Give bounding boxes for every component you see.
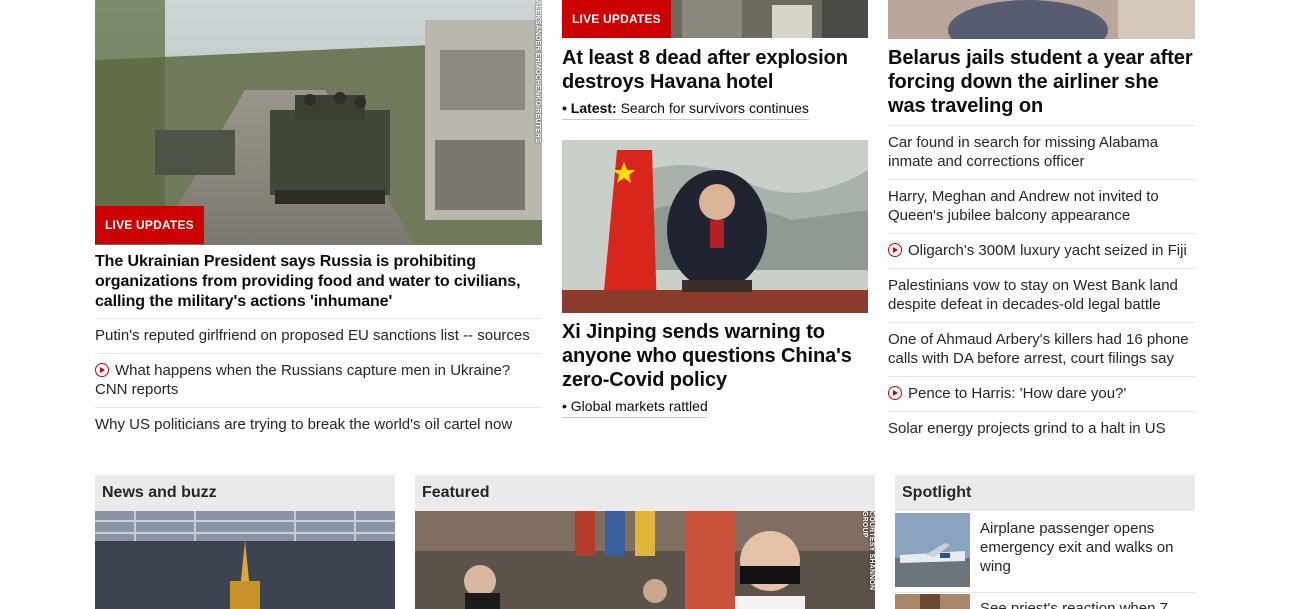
xi-headline[interactable]: Xi Jinping sends warning to anyone who q… xyxy=(562,320,868,392)
play-video-icon xyxy=(888,243,902,257)
list-item[interactable]: Harry, Meghan and Andrew not invited to … xyxy=(888,179,1195,233)
global-markets-link[interactable]: • Global markets rattled xyxy=(562,397,708,418)
photo-credit: ALEKSANDER ERMOCHENKO/REUTERS xyxy=(534,0,541,144)
news-and-buzz-heading: News and buzz xyxy=(95,475,395,511)
xi-jinping-image[interactable] xyxy=(562,140,868,313)
airport-security-illustration xyxy=(415,511,875,609)
list-item-text: Oligarch's 300M luxury yacht seized in F… xyxy=(908,242,1187,259)
photo-credit: COURTESY SHANNON GROUP xyxy=(861,511,875,591)
news-buzz-image[interactable] xyxy=(95,511,395,609)
belarus-headline[interactable]: Belarus jails student a year after forci… xyxy=(888,46,1195,118)
ukraine-headline[interactable]: The Ukrainian President says Russia is p… xyxy=(95,252,542,312)
spotlight-item-1[interactable]: Airplane passenger opens emergency exit … xyxy=(980,519,1190,576)
col1-link-list: Putin's reputed girlfriend on proposed E… xyxy=(95,318,542,442)
list-item[interactable]: One of Ahmaud Arbery's killers had 16 ph… xyxy=(888,322,1195,376)
list-item[interactable]: Palestinians vow to stay on West Bank la… xyxy=(888,268,1195,322)
featured-image[interactable]: COURTESY SHANNON GROUP xyxy=(415,511,875,609)
list-item-text: Car found in search for missing Alabama … xyxy=(888,134,1159,170)
list-item[interactable]: Oligarch's 300M luxury yacht seized in F… xyxy=(888,233,1195,268)
airport-hall-illustration xyxy=(95,511,395,609)
featured-heading: Featured xyxy=(415,475,875,511)
list-item[interactable]: Why US politicians are trying to break t… xyxy=(95,407,542,442)
latest-label: • Latest: xyxy=(562,100,617,116)
havana-headline[interactable]: At least 8 dead after explosion destroys… xyxy=(562,46,868,94)
xi-jinping-illustration xyxy=(562,140,868,313)
list-item-text: Solar energy projects grind to a halt in… xyxy=(888,420,1166,437)
list-item-text: Palestinians vow to stay on West Bank la… xyxy=(888,277,1178,313)
col3-link-list: Car found in search for missing Alabama … xyxy=(888,125,1195,446)
live-updates-badge[interactable]: LIVE UPDATES xyxy=(95,206,204,244)
belarus-illustration xyxy=(888,0,1195,39)
spotlight-airplane-thumb[interactable] xyxy=(895,513,970,587)
list-item[interactable]: Solar energy projects grind to a halt in… xyxy=(888,411,1195,446)
list-item-text: Why US politicians are trying to break t… xyxy=(95,416,513,433)
play-video-icon xyxy=(95,363,109,377)
list-item-text: Pence to Harris: 'How dare you?' xyxy=(908,385,1127,402)
latest-update-link[interactable]: • Latest: Search for survivors continues xyxy=(562,99,809,120)
priest-illustration xyxy=(895,594,970,609)
spotlight-heading: Spotlight xyxy=(895,475,1195,511)
airplane-wing-illustration xyxy=(895,513,970,587)
list-item[interactable]: Putin's reputed girlfriend on proposed E… xyxy=(95,318,542,353)
latest-text: Search for survivors continues xyxy=(620,100,809,116)
list-item-text: Putin's reputed girlfriend on proposed E… xyxy=(95,327,530,344)
list-item[interactable]: Pence to Harris: 'How dare you?' xyxy=(888,376,1195,411)
live-updates-badge-2[interactable]: LIVE UPDATES xyxy=(562,0,671,38)
belarus-image[interactable] xyxy=(888,0,1195,39)
spotlight-item-2[interactable]: See priest's reaction when 7 xyxy=(980,599,1190,609)
list-item[interactable]: Car found in search for missing Alabama … xyxy=(888,125,1195,179)
spotlight-divider xyxy=(895,592,1195,593)
play-video-icon xyxy=(888,386,902,400)
spotlight-priest-thumb[interactable] xyxy=(895,594,970,609)
list-item[interactable]: What happens when the Russians capture m… xyxy=(95,353,542,407)
list-item-text: What happens when the Russians capture m… xyxy=(95,362,511,398)
list-item-text: One of Ahmaud Arbery's killers had 16 ph… xyxy=(888,331,1189,367)
list-item-text: Harry, Meghan and Andrew not invited to … xyxy=(888,188,1159,224)
